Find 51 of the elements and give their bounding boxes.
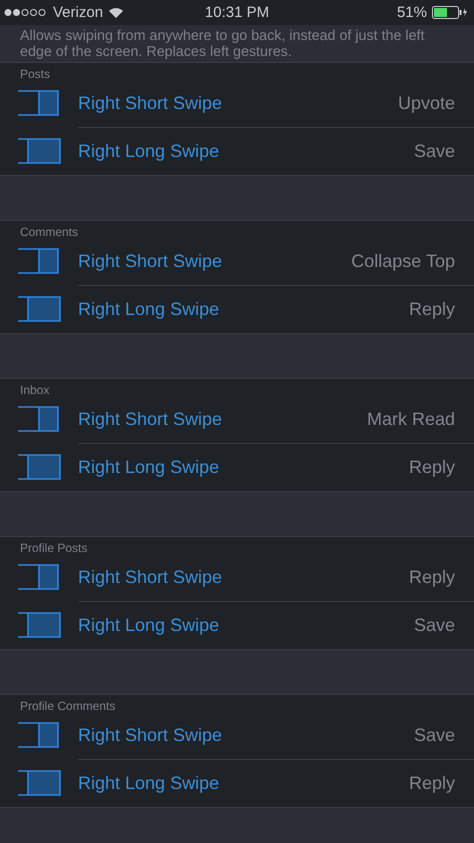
signal-icon (4, 8, 48, 17)
clock-time: 10:31 PM (204, 4, 270, 21)
row-value: Save (414, 724, 455, 746)
setting-row[interactable]: Right Long Swipe Save (0, 127, 474, 175)
section-title: Profile Posts (20, 542, 88, 555)
section-title: Posts (20, 68, 50, 81)
row-value: Upvote (398, 92, 455, 114)
setting-row[interactable]: Right Long Swipe Save (0, 601, 474, 649)
row-label: Right Long Swipe (78, 299, 220, 320)
setting-row[interactable]: Right Long Swipe Reply (0, 285, 474, 333)
row-value: Reply (408, 566, 455, 588)
battery-icon (432, 6, 468, 19)
setting-row[interactable]: Right Short Swipe Save (0, 711, 474, 759)
row-label: Right Long Swipe (78, 141, 220, 162)
long-swipe-icon (18, 296, 62, 322)
setting-row[interactable]: Right Short Swipe Mark Read (0, 395, 474, 443)
setting-row[interactable]: Right Short Swipe Collapse Top (0, 237, 474, 285)
row-label: Right Short Swipe (78, 724, 222, 746)
setting-row[interactable]: Right Long Swipe Reply (0, 443, 474, 491)
row-label: Right Long Swipe (78, 773, 220, 794)
setting-row[interactable]: Right Long Swipe Reply (0, 759, 474, 807)
battery-percent: 51% (396, 4, 427, 21)
row-value: Save (414, 141, 455, 162)
wifi-icon (108, 6, 124, 18)
short-swipe-icon (18, 406, 60, 432)
row-label: Right Short Swipe (78, 92, 222, 114)
long-swipe-icon (18, 138, 62, 164)
short-swipe-icon (18, 722, 60, 748)
section-title: Profile Comments (20, 700, 116, 713)
long-swipe-icon (18, 612, 62, 638)
row-label: Right Short Swipe (78, 250, 222, 272)
short-swipe-icon (18, 564, 60, 590)
setting-row[interactable]: Right Short Swipe Reply (0, 553, 474, 601)
section-title: Inbox (20, 384, 50, 397)
row-label: Right Long Swipe (78, 615, 220, 636)
row-label: Right Long Swipe (78, 457, 220, 478)
row-value: Reply (408, 299, 455, 320)
row-label: Right Short Swipe (78, 566, 222, 588)
setting-row[interactable]: Right Short Swipe Upvote (0, 79, 474, 127)
section-title: Comments (20, 226, 78, 239)
row-value: Reply (408, 457, 455, 478)
long-swipe-icon (18, 454, 62, 480)
short-swipe-icon (18, 248, 60, 274)
short-swipe-icon (18, 90, 60, 116)
long-swipe-icon (18, 770, 62, 796)
row-value: Collapse Top (351, 250, 455, 272)
row-value: Mark Read (366, 408, 455, 430)
carrier-name: Verizon (53, 4, 104, 21)
row-value: Save (414, 615, 455, 636)
row-label: Right Short Swipe (78, 408, 222, 430)
row-value: Reply (408, 773, 455, 794)
